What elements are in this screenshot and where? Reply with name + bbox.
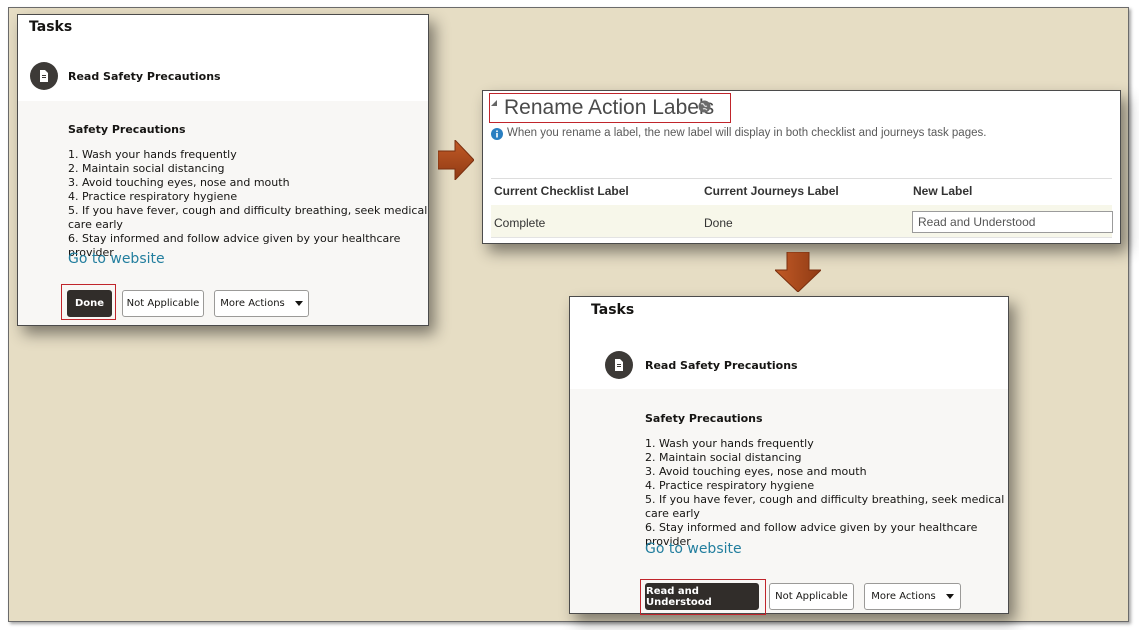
steps-list: 1. Wash your hands frequently 2. Maintai… <box>645 437 1008 549</box>
info-text: When you rename a label, the new label w… <box>507 127 987 139</box>
task-header: Read Safety Precautions <box>570 349 1008 387</box>
column-header-checklist: Current Checklist Label <box>494 184 629 198</box>
list-item: 4. Practice respiratory hygiene <box>68 190 238 203</box>
highlight-box-done <box>61 284 116 320</box>
not-applicable-button[interactable]: Not Applicable <box>122 290 204 317</box>
column-header-new-label: New Label <box>913 184 973 198</box>
info-icon <box>491 128 503 140</box>
list-item: 3. Avoid touching eyes, nose and mouth <box>68 176 290 189</box>
list-item: 5. If you have fever, cough and difficul… <box>645 493 1005 520</box>
more-actions-button[interactable]: More Actions <box>214 290 309 317</box>
task-name[interactable]: Read Safety Precautions <box>68 70 221 83</box>
task-body: Safety Precautions 1. Wash your hands fr… <box>570 389 1008 613</box>
more-actions-label: More Actions <box>220 298 285 309</box>
task-name[interactable]: Read Safety Precautions <box>645 359 798 372</box>
list-item: 3. Avoid touching eyes, nose and mouth <box>645 465 867 478</box>
more-actions-button[interactable]: More Actions <box>864 583 961 610</box>
list-item: 1. Wash your hands frequently <box>645 437 814 450</box>
list-item: 5. If you have fever, cough and difficul… <box>68 204 428 231</box>
steps-list: 1. Wash your hands frequently 2. Maintai… <box>68 148 428 260</box>
more-actions-label: More Actions <box>871 591 936 602</box>
arrow-down-icon <box>775 252 821 292</box>
go-to-website-link[interactable]: Go to website <box>645 541 742 557</box>
highlight-box-read-and-understood <box>640 579 766 615</box>
caret-down-icon <box>945 594 954 599</box>
section-title: Safety Precautions <box>645 412 763 425</box>
document-icon <box>605 351 633 379</box>
tasks-panel-after: Tasks Read Safety Precautions Safety Pre… <box>569 296 1009 614</box>
tasks-panel-before: Tasks Read Safety Precautions Safety Pre… <box>17 14 429 326</box>
column-header-journeys: Current Journeys Label <box>704 184 839 198</box>
list-item: 2. Maintain social distancing <box>68 162 225 175</box>
tasks-heading: Tasks <box>29 19 73 35</box>
not-applicable-button[interactable]: Not Applicable <box>769 583 854 610</box>
go-to-website-link[interactable]: Go to website <box>68 251 165 267</box>
document-icon <box>30 62 58 90</box>
list-item: 2. Maintain social distancing <box>645 451 802 464</box>
list-item: 1. Wash your hands frequently <box>68 148 237 161</box>
journeys-label-cell: Done <box>704 216 733 230</box>
caret-down-icon <box>294 301 303 306</box>
task-header: Read Safety Precautions <box>18 62 428 100</box>
arrow-right-icon <box>438 140 474 180</box>
section-title: Safety Precautions <box>68 123 186 136</box>
highlight-box-title <box>489 93 731 123</box>
new-label-input[interactable] <box>912 211 1113 233</box>
checklist-label-cell: Complete <box>494 216 546 230</box>
tasks-heading: Tasks <box>591 302 635 318</box>
list-item: 4. Practice respiratory hygiene <box>645 479 815 492</box>
